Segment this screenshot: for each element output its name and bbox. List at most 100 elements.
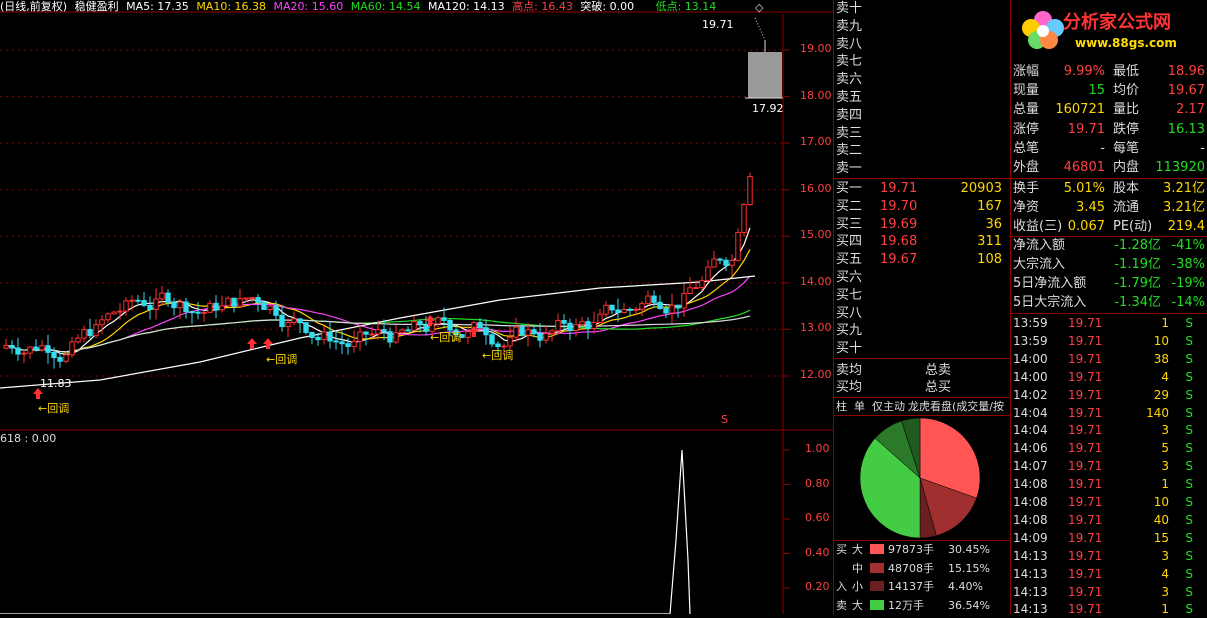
tick-row: 14:00 19.71 38 S <box>1011 350 1207 368</box>
order-label: 卖五 <box>836 90 863 105</box>
candle-body <box>645 295 651 305</box>
tab-active-only[interactable]: 仅主动 <box>872 398 905 415</box>
ma20-label: MA20: 15.60 <box>273 0 344 13</box>
capital-flow-pie <box>859 417 981 539</box>
breakout-label: 突破: 0.00 <box>580 0 635 13</box>
buy-order-row[interactable]: 买六 <box>834 269 1010 286</box>
candle-body <box>87 329 93 337</box>
stat-value: 3.45 <box>1076 200 1105 215</box>
buy-order-row[interactable]: 买一 19.71 20903 <box>834 180 1010 197</box>
total-buy-label: 总买 <box>925 380 952 395</box>
candle-body <box>681 292 687 309</box>
buy-order-row[interactable]: 买十 <box>834 340 1010 357</box>
tick-volume: 38 <box>1153 351 1169 366</box>
tick-price: 19.71 <box>1068 423 1103 438</box>
candle-body <box>387 331 393 343</box>
tick-time: 14:04 <box>1013 405 1048 420</box>
stat-key: 流通 <box>1113 200 1140 215</box>
candle-body <box>21 352 27 355</box>
brand-url[interactable]: www.88gs.com <box>1075 36 1177 50</box>
tick-volume: 140 <box>1146 405 1169 420</box>
candle-body <box>33 346 39 351</box>
flow-label: 大宗流入 <box>1013 257 1066 272</box>
buy-arrow-icon <box>263 338 273 349</box>
limit-up-box <box>748 52 782 98</box>
candle-body <box>297 318 303 324</box>
candle-body <box>381 329 387 333</box>
candle-body <box>585 321 591 329</box>
order-label: 卖十 <box>836 1 863 16</box>
tab-bar[interactable]: 柱 <box>836 398 847 415</box>
candle-body <box>141 300 147 306</box>
flow-label: 5日净流入额 <box>1013 276 1087 291</box>
buy-order-row[interactable]: 买三 19.69 36 <box>834 216 1010 233</box>
candle-body <box>195 311 201 314</box>
tick-side: S <box>1185 441 1193 456</box>
order-label: 卖八 <box>836 36 863 52</box>
buy-order-row[interactable]: 买七 <box>834 287 1010 304</box>
kline-chart[interactable] <box>0 0 833 614</box>
tick-side: S <box>1185 423 1193 438</box>
order-label: 买十 <box>836 341 863 357</box>
price-axis-label: 13.00 <box>800 321 832 335</box>
buy-order-row[interactable]: 买五 19.67 108 <box>834 251 1010 268</box>
pullback-label: ←回调 <box>38 402 70 415</box>
candle-body <box>729 259 735 266</box>
stat-key: 总量 <box>1013 102 1040 118</box>
logo-area: 分析家公式网 www.88gs.com <box>1011 0 1207 57</box>
big-order-percent: 30.45% <box>948 543 990 556</box>
formula-name[interactable]: 稳健盈利 <box>75 0 119 13</box>
tick-volume: 1 <box>1161 316 1169 330</box>
ma60-label: MA60: 14.54 <box>350 0 421 13</box>
candle-body <box>423 324 429 332</box>
sell-order-row: 卖九 <box>834 18 1010 35</box>
sell-order-row: 卖八 <box>834 36 1010 53</box>
candle-body <box>225 297 231 307</box>
tick-side: S <box>1185 387 1193 402</box>
tick-volume: 1 <box>1161 477 1169 492</box>
order-label: 卖三 <box>836 125 863 141</box>
diamond-icon[interactable]: ◇ <box>755 1 763 14</box>
stat-row: 收益(三) 0.067 PE(动) 219.4 <box>1011 217 1207 236</box>
close-price-label: 17.92 <box>752 102 784 115</box>
tab-dragon-tiger[interactable]: 龙虎看盘(成交量/按 <box>908 398 1010 415</box>
tick-row: 14:13 19.71 4 S <box>1011 565 1207 583</box>
pullback-label: ←回调 <box>430 331 462 344</box>
size-label: 小 <box>852 580 863 593</box>
candle-body <box>303 322 309 333</box>
buy-order-row[interactable]: 买九 <box>834 322 1010 339</box>
tab-single[interactable]: 单 <box>854 398 865 415</box>
candle-body <box>441 317 447 321</box>
buy-order-row[interactable]: 买二 19.70 167 <box>834 198 1010 215</box>
candle-body <box>513 326 519 338</box>
tick-row: 14:08 19.71 40 S <box>1011 511 1207 529</box>
candle-body <box>531 329 537 335</box>
tick-row: 14:07 19.71 3 S <box>1011 457 1207 475</box>
tick-time: 14:00 <box>1013 351 1048 366</box>
tick-side: S <box>1185 530 1193 545</box>
capital-flow-row: 5日大宗流入 -1.34亿 -14% <box>1011 293 1207 312</box>
order-price: 19.71 <box>880 181 918 196</box>
order-price: 19.70 <box>880 198 918 214</box>
candle-body <box>15 347 21 355</box>
tick-time: 14:13 <box>1013 566 1048 581</box>
stat-key: PE(动) <box>1113 219 1153 234</box>
flow-percent: -19% <box>1171 276 1205 291</box>
order-label: 买一 <box>836 181 863 196</box>
tick-side: S <box>1185 548 1193 563</box>
price-axis-label: 15.00 <box>800 228 832 242</box>
tick-time: 14:13 <box>1013 548 1048 563</box>
order-label: 卖六 <box>836 72 863 88</box>
candle-body <box>603 304 609 315</box>
tick-time: 14:00 <box>1013 369 1048 384</box>
buy-order-row[interactable]: 买四 19.68 311 <box>834 233 1010 250</box>
tick-time: 13:59 <box>1013 333 1048 348</box>
candle-body <box>411 321 417 331</box>
size-label: 中 <box>852 561 863 575</box>
order-label: 买六 <box>836 270 863 285</box>
tick-side: S <box>1185 316 1193 330</box>
tick-time: 13:59 <box>1013 316 1048 330</box>
stat-value: 2.17 <box>1176 102 1205 118</box>
stat-value: 16.13 <box>1167 121 1205 137</box>
buy-order-row[interactable]: 买八 <box>834 305 1010 322</box>
